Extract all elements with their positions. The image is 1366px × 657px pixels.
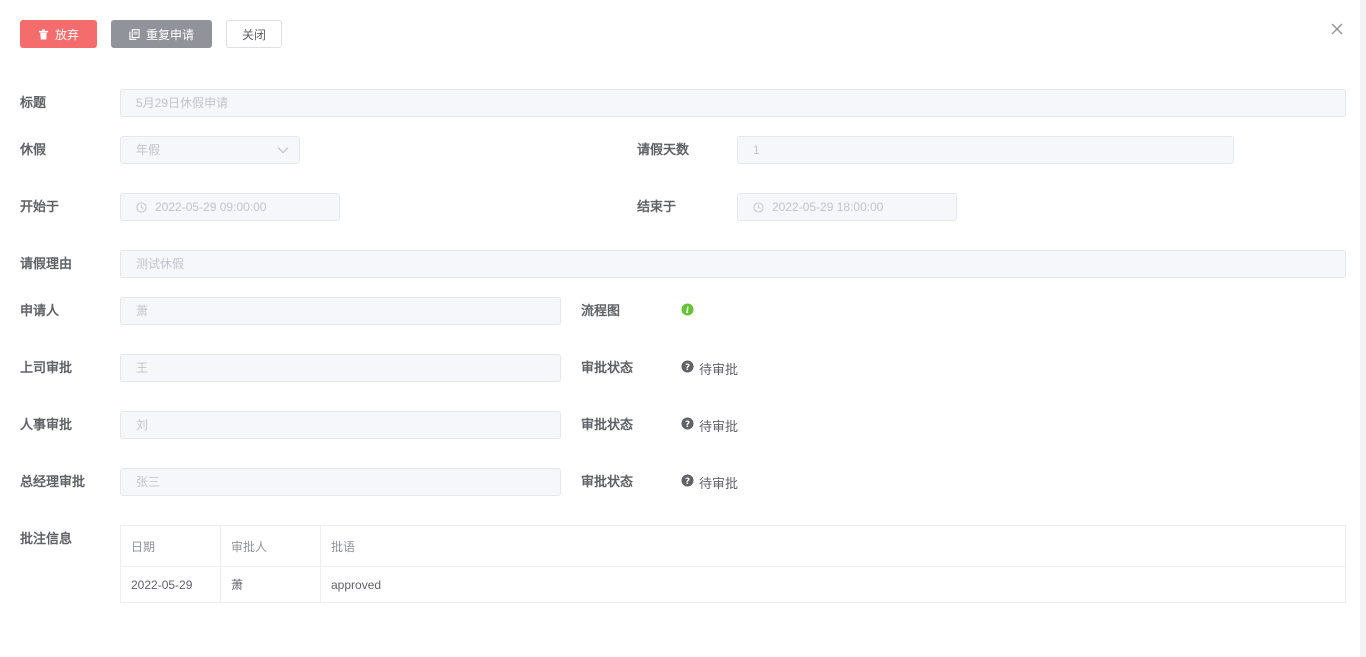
gm-field[interactable]: 张三 xyxy=(120,468,561,496)
status-text: 待审批 xyxy=(699,361,739,377)
close-icon[interactable] xyxy=(1330,22,1344,36)
applicant-field[interactable]: 萧 xyxy=(120,297,561,325)
table-header-approver: 审批人 xyxy=(221,526,321,566)
supervisor-label: 上司审批 xyxy=(20,360,73,375)
start-date-picker[interactable]: 2022-05-29 09:00:00 xyxy=(120,193,340,221)
svg-text:i: i xyxy=(686,305,689,315)
days-value: 1 xyxy=(753,143,760,157)
clock-icon xyxy=(753,201,764,213)
gm-status: ? 待审批 xyxy=(681,468,738,496)
status-text: 待审批 xyxy=(699,418,739,434)
reason-label: 请假理由 xyxy=(20,256,73,271)
supervisor-status: ? 待审批 xyxy=(681,354,738,382)
leave-request-dialog: 放弃 重复申请 关闭 标题 5月29日休假申请 休假 年假 请假天数 1 开始于… xyxy=(0,0,1366,657)
chevron-down-icon xyxy=(277,137,289,163)
table-header-date: 日期 xyxy=(121,526,221,566)
svg-text:?: ? xyxy=(685,420,690,430)
comments-label: 批注信息 xyxy=(20,531,73,546)
supervisor-field[interactable]: 王 xyxy=(120,354,561,382)
supervisor-value: 王 xyxy=(136,361,149,375)
leave-type-value: 年假 xyxy=(136,143,161,157)
start-label: 开始于 xyxy=(20,199,60,214)
title-label: 标题 xyxy=(20,95,47,110)
gm-label: 总经理审批 xyxy=(20,474,86,489)
table-cell-date: 2022-05-29 xyxy=(121,567,221,602)
clock-icon xyxy=(136,201,147,213)
flowchart-label: 流程图 xyxy=(581,303,621,318)
trash-icon xyxy=(38,28,49,40)
abandon-button[interactable]: 放弃 xyxy=(20,20,97,48)
table-header-comment: 批语 xyxy=(331,539,356,554)
table-row: 2022-05-29 萧 approved xyxy=(121,567,1345,602)
leave-type-select[interactable]: 年假 xyxy=(120,136,300,164)
supervisor-status-label: 审批状态 xyxy=(581,360,634,375)
start-value: 2022-05-29 09:00:00 xyxy=(155,200,267,214)
days-field[interactable]: 1 xyxy=(737,136,1234,164)
end-date-picker[interactable]: 2022-05-29 18:00:00 xyxy=(737,193,957,221)
status-text: 待审批 xyxy=(699,475,739,491)
svg-text:?: ? xyxy=(685,363,690,373)
hr-field[interactable]: 刘 xyxy=(120,411,561,439)
table-header-row: 日期 审批人 批语 xyxy=(121,526,1345,567)
gm-status-label: 审批状态 xyxy=(581,474,634,489)
title-field[interactable]: 5月29日休假申请 xyxy=(120,89,1346,117)
end-value: 2022-05-29 18:00:00 xyxy=(772,200,884,214)
hr-status: ? 待审批 xyxy=(681,411,738,439)
vertical-scrollbar[interactable] xyxy=(1360,0,1366,657)
hr-label: 人事审批 xyxy=(20,417,73,432)
hr-value: 刘 xyxy=(136,418,149,432)
abandon-label: 放弃 xyxy=(54,27,79,42)
leave-label: 休假 xyxy=(20,142,47,157)
copy-icon xyxy=(129,28,140,40)
applicant-label: 申请人 xyxy=(20,303,60,318)
reason-field[interactable]: 测试休假 xyxy=(120,250,1346,278)
info-icon[interactable]: i xyxy=(681,303,694,319)
title-value: 5月29日休假申请 xyxy=(136,96,229,110)
table-cell-comment: approved xyxy=(331,577,382,592)
hr-status-label: 审批状态 xyxy=(581,417,634,432)
comments-table: 日期 审批人 批语 2022-05-29 萧 approved xyxy=(120,525,1346,603)
table-cell-approver: 萧 xyxy=(221,567,321,602)
applicant-value: 萧 xyxy=(136,304,149,318)
question-icon: ? xyxy=(681,360,694,376)
days-label: 请假天数 xyxy=(637,142,690,157)
gm-value: 张三 xyxy=(136,475,161,489)
svg-text:?: ? xyxy=(685,477,690,487)
reapply-button[interactable]: 重复申请 xyxy=(111,20,212,48)
flowchart-link[interactable]: i xyxy=(681,297,694,325)
close-button[interactable]: 关闭 xyxy=(226,20,282,48)
reason-value: 测试休假 xyxy=(136,257,185,271)
reapply-label: 重复申请 xyxy=(145,27,194,42)
close-label: 关闭 xyxy=(241,27,266,42)
question-icon: ? xyxy=(681,417,694,433)
end-label: 结束于 xyxy=(637,199,677,214)
question-icon: ? xyxy=(681,474,694,490)
